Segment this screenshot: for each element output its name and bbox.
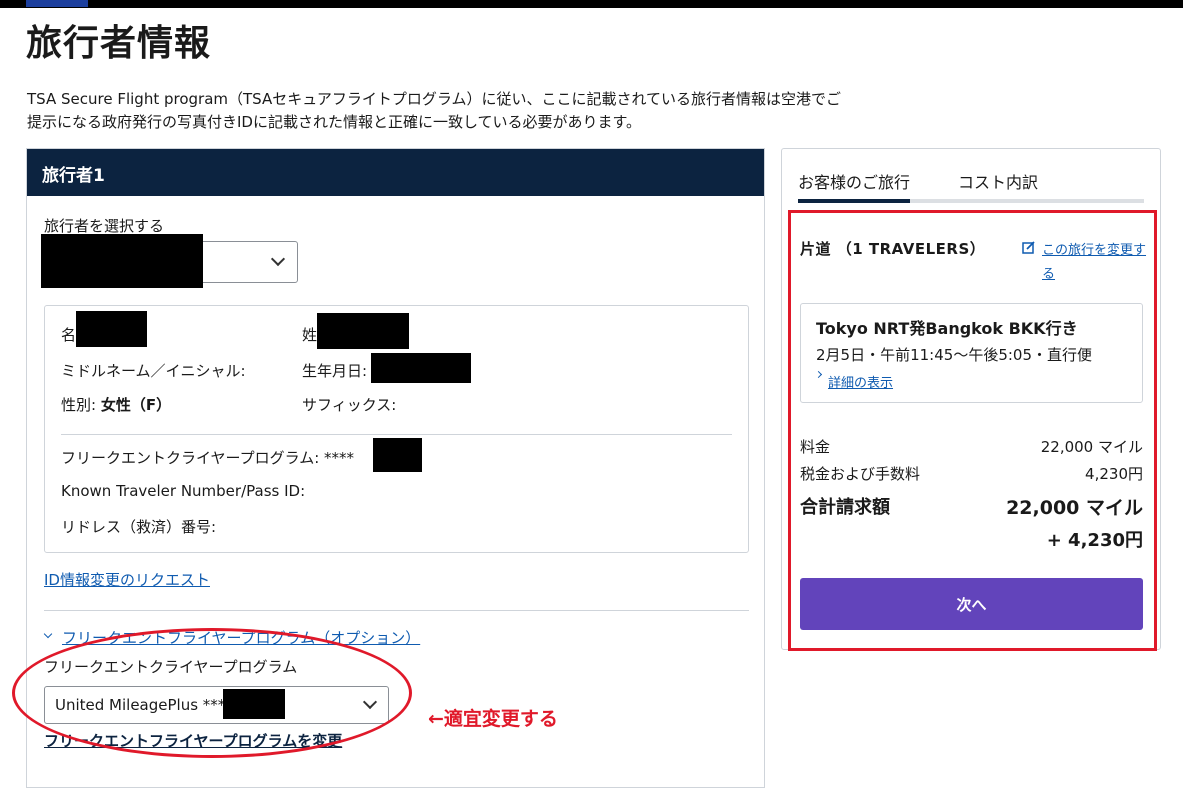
tax-label: 税金および手数料 bbox=[800, 465, 921, 483]
traveler-header: 旅行者1 bbox=[27, 149, 764, 196]
change-trip-link-line1[interactable]: この旅行を変更す bbox=[1042, 239, 1146, 258]
intro-text: TSA Secure Flight program（TSAセキュアフライトプログ… bbox=[27, 88, 887, 134]
info-divider bbox=[61, 434, 732, 435]
traveler-info-box: 名 姓 ミドルネーム／イニシャル: 生年月日: 性別: 女性（F） サフィックス… bbox=[44, 305, 749, 553]
dob-label: 生年月日: bbox=[302, 362, 368, 380]
fare-value: 22,000 マイル bbox=[1040, 438, 1143, 456]
chevron-down-icon bbox=[270, 251, 286, 267]
redacted-first-name bbox=[76, 311, 147, 347]
trip-type: 片道 （1 TRAVELERS） bbox=[800, 240, 986, 258]
total-miles: 22,000 マイル bbox=[1006, 497, 1143, 519]
flight-leg-box: Tokyo NRT発Bangkok BKK行き 2月5日・午前11:45〜午後5… bbox=[800, 303, 1143, 403]
details-link[interactable]: 詳細の表示 bbox=[828, 372, 893, 391]
last-name-label: 姓 bbox=[302, 326, 318, 344]
annotation-ellipse bbox=[12, 628, 412, 758]
traveler-select-label: 旅行者を選択する bbox=[44, 217, 165, 235]
ktn-label: Known Traveler Number/Pass ID: bbox=[61, 482, 306, 500]
chevron-down-icon bbox=[43, 629, 53, 639]
chevron-right-icon bbox=[814, 370, 823, 379]
top-bar bbox=[0, 0, 1183, 8]
redacted-traveler-name bbox=[41, 234, 203, 288]
suffix-label: サフィックス: bbox=[302, 396, 397, 414]
redacted-ff-number bbox=[373, 438, 422, 472]
next-button[interactable]: 次へ bbox=[800, 578, 1143, 630]
edit-icon[interactable] bbox=[1022, 240, 1036, 254]
total-label: 合計請求額 bbox=[800, 497, 890, 518]
intro-line-1: TSA Secure Flight program（TSAセキュアフライトプログ… bbox=[27, 90, 842, 108]
route-text: Tokyo NRT発Bangkok BKK行き bbox=[816, 319, 1078, 338]
change-trip-link-line2[interactable]: る bbox=[1042, 263, 1055, 282]
redacted-dob bbox=[371, 353, 471, 383]
tab-trip[interactable]: お客様のご旅行 bbox=[798, 169, 910, 193]
page-title: 旅行者情報 bbox=[26, 23, 212, 64]
tab-active-indicator bbox=[798, 199, 910, 203]
gender-field: 性別: 女性（F） bbox=[61, 394, 171, 415]
intro-line-2: 提示になる政府発行の写真付きIDに記載された情報と正確に一致している必要がありま… bbox=[27, 113, 642, 131]
ff-program-label: フリークエントクライヤープログラム: **** bbox=[61, 449, 355, 467]
annotation-text: ←適宜変更する bbox=[428, 708, 558, 730]
middle-name-label: ミドルネーム／イニシャル: bbox=[61, 362, 246, 380]
gender-label: 性別: bbox=[61, 396, 101, 414]
fare-label: 料金 bbox=[800, 438, 831, 456]
gender-value: 女性（F） bbox=[100, 396, 172, 414]
section-divider bbox=[44, 610, 749, 611]
tab-cost[interactable]: コスト内訳 bbox=[958, 169, 1038, 193]
id-change-request-link[interactable]: ID情報変更のリクエスト bbox=[44, 569, 210, 590]
redress-label: リドレス（救済）番号: bbox=[61, 518, 217, 536]
redacted-last-name bbox=[317, 313, 409, 349]
schedule-text: 2月5日・午前11:45〜午後5:05・直行便 bbox=[816, 346, 1092, 364]
logo[interactable] bbox=[26, 0, 88, 7]
total-yen: + 4,230円 bbox=[1046, 530, 1143, 551]
tax-value: 4,230円 bbox=[1085, 465, 1143, 483]
first-name-label: 名 bbox=[61, 326, 77, 344]
